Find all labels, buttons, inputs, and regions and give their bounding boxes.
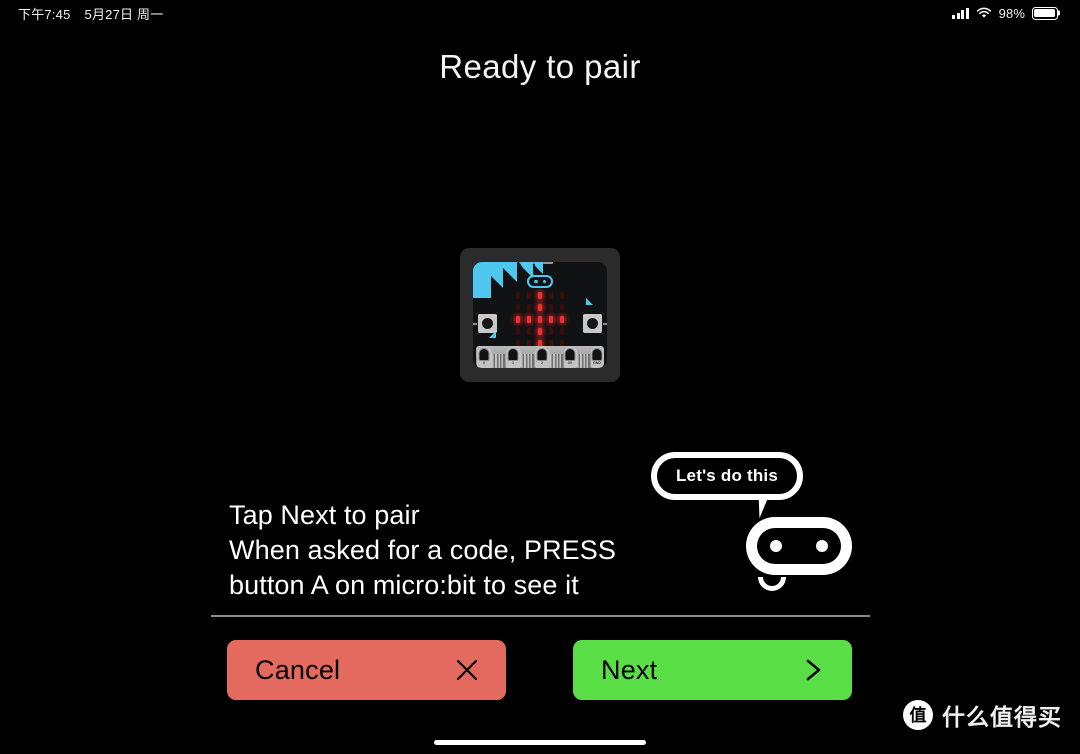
speech-bubble: Let's do this [651,452,803,519]
edge-teeth-4 [577,354,590,368]
edge-pad-3V: 3V [563,346,577,368]
status-bar-time: 下午7:45 [18,6,71,22]
led-0-0 [516,292,520,299]
cancel-button[interactable]: Cancel [227,640,506,700]
microbit-button-b-lead [603,323,607,325]
led-1-0 [516,304,520,311]
led-3-1 [527,328,531,335]
microbit-triangle-right-icon [586,298,593,305]
led-2-2 [538,316,542,323]
led-3-2 [538,328,542,335]
close-x-icon [456,659,478,681]
led-1-2 [538,304,542,311]
battery-percent-label: 98% [998,5,1025,21]
edge-pad-0: 0 [476,346,492,368]
divider [211,615,870,617]
status-bar-right: 98% [952,6,1058,21]
watermark: 值 什么值得买 [903,698,1062,732]
instruction-text: Tap Next to pair When asked for a code, … [229,500,616,600]
status-bar-date: 5月27日 周一 [84,6,164,22]
led-0-1 [527,292,531,299]
robot-visor [757,528,841,564]
led-2-4 [560,316,564,323]
microbit-robot-logo-icon [527,275,553,288]
chevron-right-icon [806,659,821,681]
watermark-logo-icon: 值 [903,700,933,730]
battery-icon [1032,6,1058,20]
next-button-label: Next [601,654,658,685]
led-3-0 [516,328,520,335]
led-2-3 [549,316,553,323]
cellular-signal-icon [952,7,969,19]
led-3-4 [560,328,564,335]
page-title: Ready to pair [439,48,641,85]
robot-eye-right [816,540,828,552]
status-bar: 下午7:45 5月27日 周一 98% [0,0,1080,26]
microbit-button-a-lead [473,323,477,325]
robot-smile-icon [758,577,786,591]
robot-eye-left [770,540,782,552]
edge-pad-1: 1 [505,346,521,368]
led-1-1 [527,304,531,311]
edge-teeth-2 [521,354,534,368]
edge-pad-2: 2 [534,346,550,368]
microbit-led-matrix [514,291,566,348]
microbit-button-a [478,314,497,333]
led-1-4 [560,304,564,311]
microbit-illustration: 0 1 2 3V GND [460,248,620,382]
led-3-3 [549,328,553,335]
led-0-4 [560,292,564,299]
edge-teeth-1 [492,354,505,368]
home-indicator[interactable] [434,740,646,745]
watermark-text: 什么值得买 [942,704,1062,730]
action-bar: Cancel Next [227,640,852,700]
led-2-1 [527,316,531,323]
cancel-button-label: Cancel [255,654,341,685]
app-screen: 下午7:45 5月27日 周一 98% Ready to pair 0 1 2 … [0,0,1080,754]
speech-bubble-text: Let's do this [675,466,779,485]
microbit-edge-connector: 0 1 2 3V GND [476,346,604,368]
led-0-3 [549,292,553,299]
led-1-3 [549,304,553,311]
microbit-board: 0 1 2 3V GND [473,262,607,368]
led-0-2 [538,292,542,299]
microbit-button-b [583,314,602,333]
edge-teeth-3 [550,354,563,368]
led-2-0 [516,316,520,323]
robot-face-icon [746,517,852,591]
status-bar-left: 下午7:45 5月27日 周一 [18,4,163,23]
next-button[interactable]: Next [573,640,852,700]
edge-pad-GND: GND [590,346,604,368]
wifi-icon [976,7,991,18]
